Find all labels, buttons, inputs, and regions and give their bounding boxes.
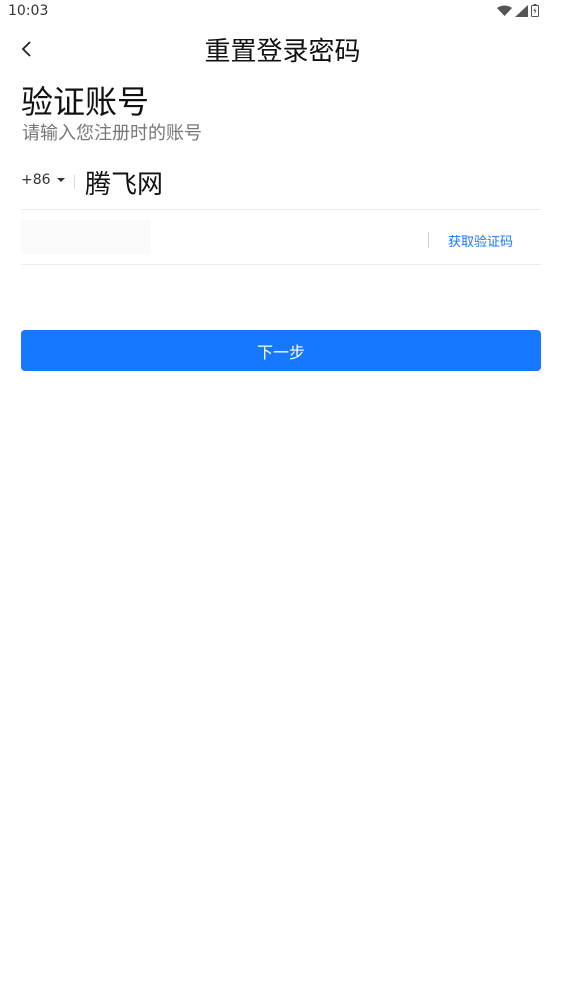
status-icons — [497, 4, 539, 17]
verification-row: 获取验证码 — [21, 210, 541, 265]
status-bar: 10:03 — [0, 0, 565, 24]
divider — [428, 232, 429, 248]
next-button[interactable]: 下一步 — [21, 330, 541, 371]
page-title: 重置登录密码 — [204, 37, 361, 67]
section-subheading: 请输入您注册时的账号 — [22, 123, 202, 144]
divider — [74, 175, 75, 189]
wifi-icon — [497, 5, 512, 16]
country-code-selector[interactable]: +86 — [21, 172, 65, 188]
caret-down-icon — [56, 178, 65, 182]
country-code-label: +86 — [21, 172, 51, 188]
section-heading: 验证账号 — [21, 83, 150, 121]
signal-icon — [515, 4, 528, 17]
verification-code-input[interactable] — [21, 220, 151, 254]
get-code-button[interactable]: 获取验证码 — [448, 231, 513, 250]
nav-bar: 重置登录密码 — [0, 26, 565, 72]
status-time: 10:03 — [8, 3, 49, 19]
battery-icon — [531, 4, 539, 17]
account-input[interactable] — [85, 164, 525, 200]
phone-row: +86 — [21, 160, 541, 210]
